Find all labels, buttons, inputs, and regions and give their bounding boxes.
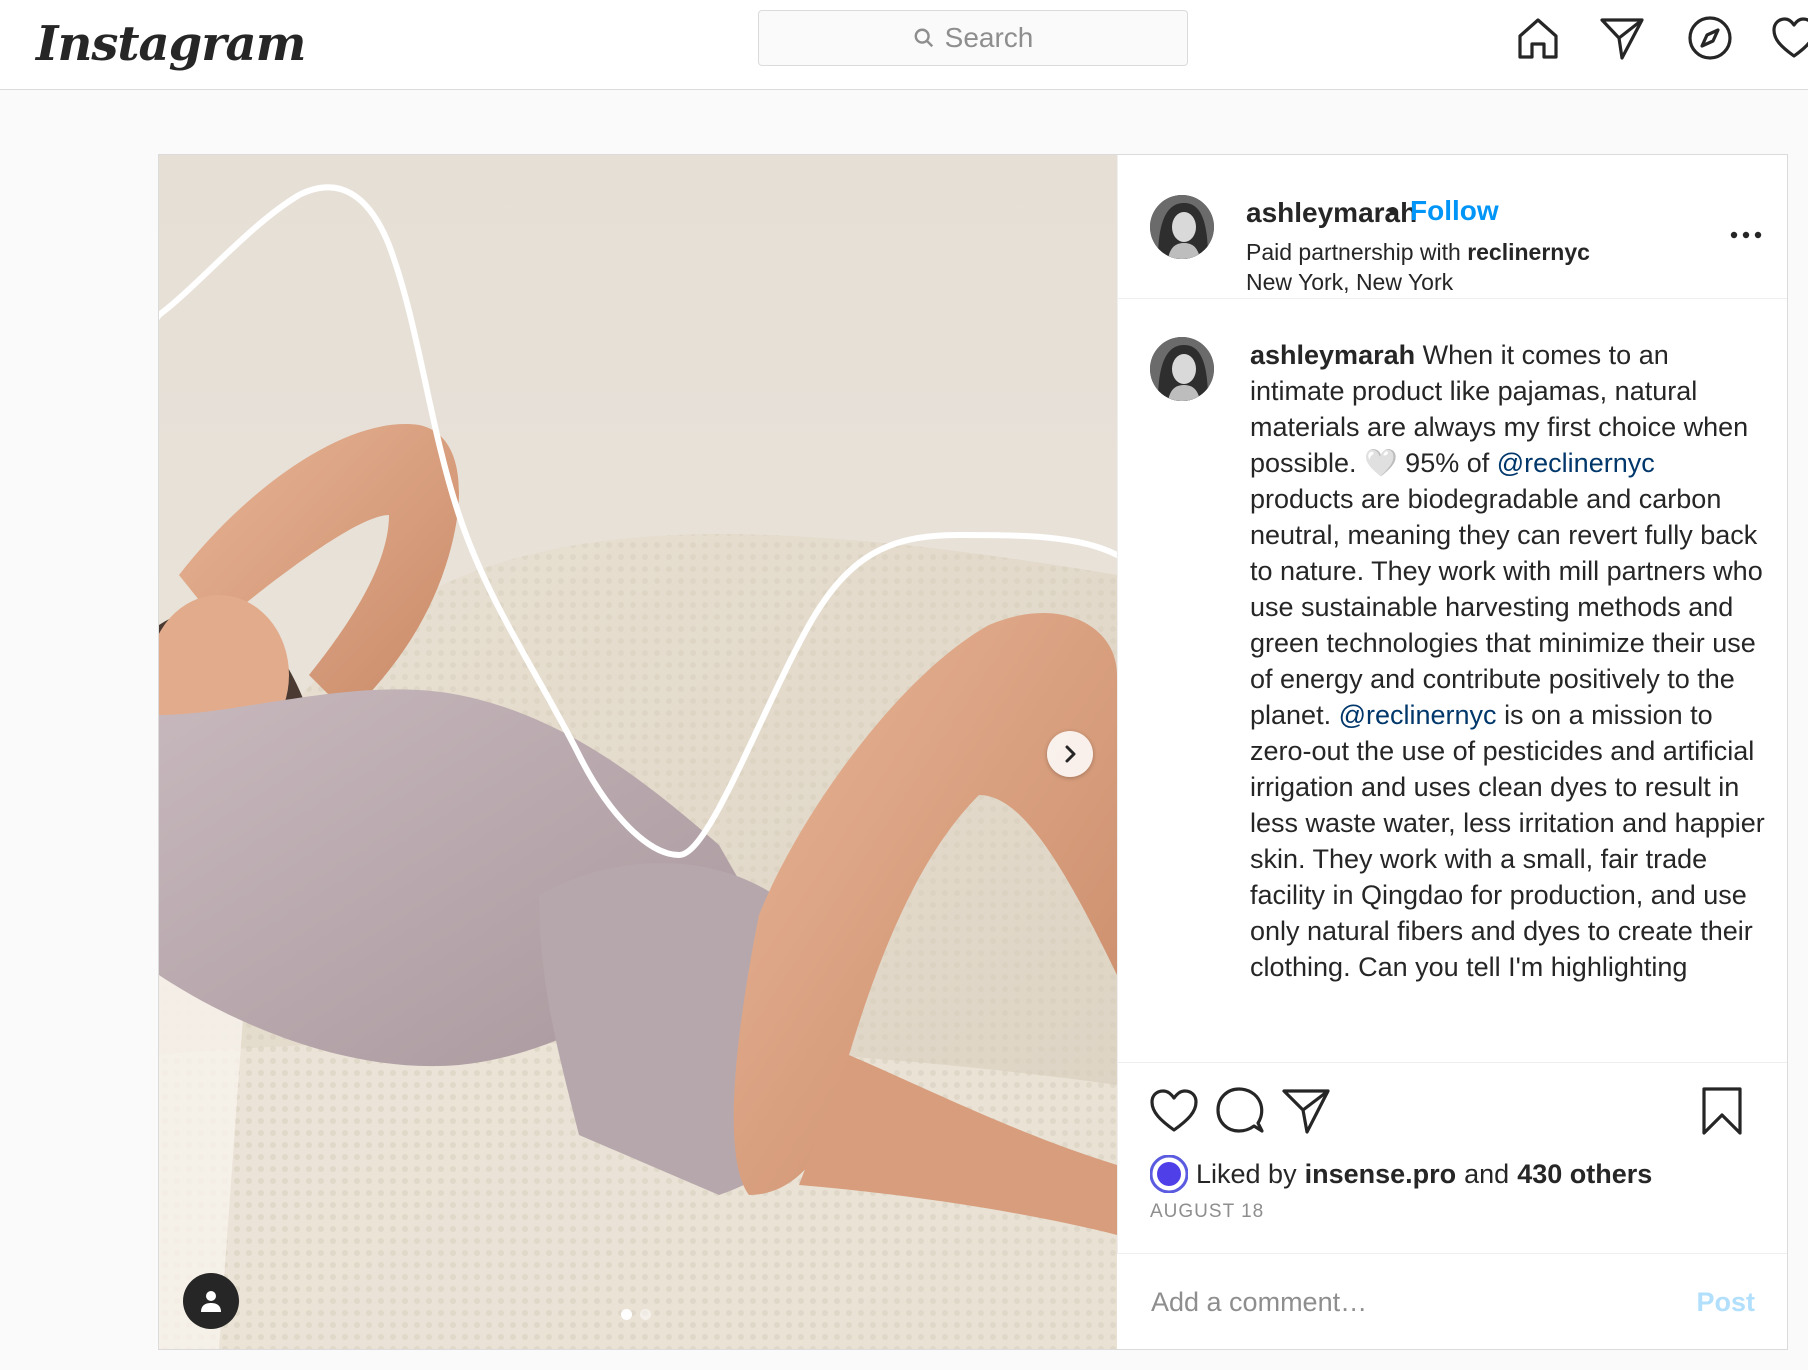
top-nav-bar: Instagram Search	[0, 0, 1808, 90]
chevron-right-icon	[1065, 745, 1076, 763]
first-liker-username[interactable]: insense.pro	[1305, 1159, 1457, 1190]
header-separator: •	[1388, 195, 1398, 226]
carousel-indicator	[621, 1309, 651, 1320]
likes-conjunction: and	[1464, 1158, 1510, 1189]
author-avatar[interactable]	[1150, 195, 1214, 259]
carousel-dot-active	[621, 1309, 632, 1320]
caption-mention[interactable]: @reclinernyc	[1497, 448, 1655, 478]
post-actions	[1118, 1063, 1787, 1143]
post-location[interactable]: New York, New York	[1246, 269, 1453, 296]
liker-avatar[interactable]	[1150, 1155, 1188, 1193]
like-icon[interactable]	[1148, 1085, 1200, 1137]
likes-others-link[interactable]: 430 others	[1517, 1159, 1652, 1190]
explore-icon[interactable]	[1686, 14, 1734, 62]
follow-button[interactable]: Follow	[1410, 195, 1499, 227]
likes-summary: Liked by insense.pro and 430 others	[1150, 1155, 1652, 1193]
post-sidebar: ashleymarah • Follow Paid partnership wi…	[1117, 155, 1787, 1349]
caption-author-avatar[interactable]	[1150, 337, 1214, 401]
paid-partnership-label: Paid partnership with reclinernyc	[1246, 239, 1590, 266]
direct-icon[interactable]	[1598, 14, 1646, 62]
partner-username[interactable]: reclinernyc	[1467, 239, 1590, 265]
post-media[interactable]	[159, 155, 1117, 1349]
tagged-users-button[interactable]	[183, 1273, 239, 1329]
comment-icon[interactable]	[1214, 1085, 1266, 1137]
caption-text-3: is on a mission to zero-out the use of p…	[1250, 700, 1765, 982]
instagram-logo[interactable]: Instagram	[36, 4, 306, 84]
post-header: ashleymarah • Follow Paid partnership wi…	[1118, 155, 1787, 299]
post-card: ashleymarah • Follow Paid partnership wi…	[158, 154, 1788, 1350]
caption-mention[interactable]: @reclinernyc	[1339, 700, 1497, 730]
post-comment-button[interactable]: Post	[1696, 1287, 1755, 1318]
caption-text-2: products are biodegradable and carbon ne…	[1250, 484, 1763, 730]
partnership-prefix: Paid partnership with	[1246, 239, 1461, 265]
user-icon	[201, 1291, 221, 1312]
activity-icon[interactable]	[1770, 14, 1808, 62]
caption-username[interactable]: ashleymarah	[1250, 340, 1415, 370]
share-icon[interactable]	[1280, 1085, 1332, 1137]
search-box[interactable]: Search	[758, 10, 1188, 66]
save-bookmark-icon[interactable]	[1696, 1085, 1748, 1137]
comment-input[interactable]	[1149, 1276, 1633, 1328]
more-options-icon[interactable]	[1726, 225, 1766, 245]
home-icon[interactable]	[1514, 14, 1562, 62]
carousel-next-button[interactable]	[1047, 731, 1093, 777]
add-comment-bar: Post	[1117, 1253, 1787, 1349]
search-icon	[914, 28, 933, 48]
post-photo	[159, 155, 1117, 1349]
carousel-dot	[640, 1309, 651, 1320]
comments-section[interactable]: ashleymarah When it comes to an intimate…	[1118, 299, 1787, 1063]
post-caption: ashleymarah When it comes to an intimate…	[1250, 337, 1765, 985]
likes-prefix: Liked by	[1196, 1158, 1297, 1189]
post-date[interactable]: AUGUST 18	[1150, 1201, 1264, 1223]
search-placeholder: Search	[944, 22, 1034, 53]
